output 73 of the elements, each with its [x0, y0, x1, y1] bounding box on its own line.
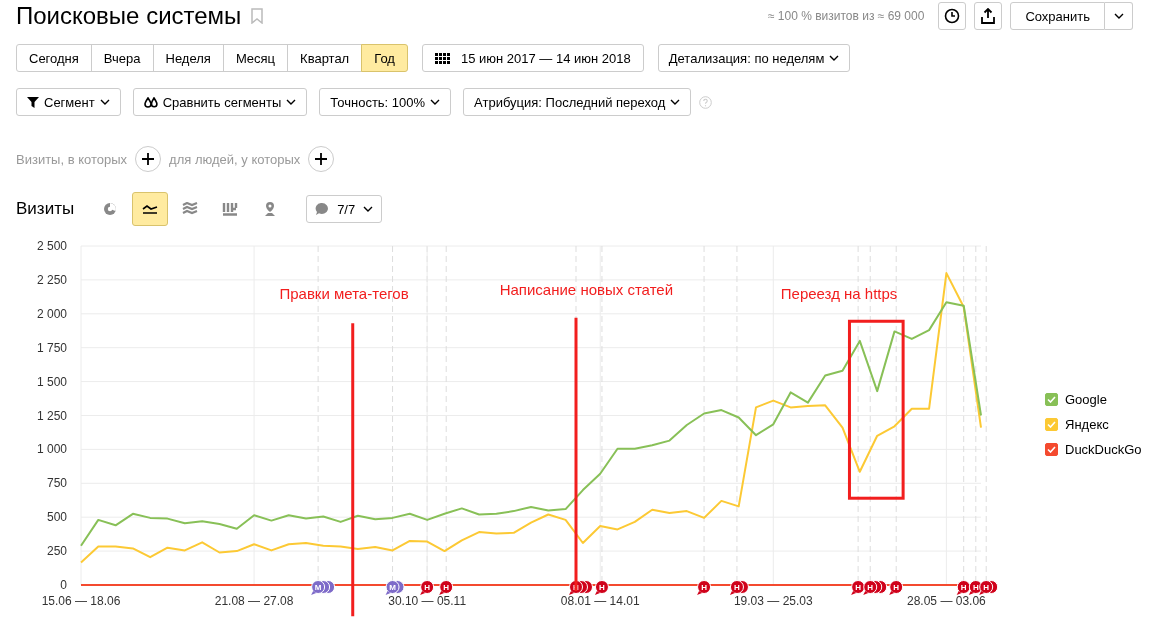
y-axis-label: 1 000 — [36, 442, 67, 457]
period-tab[interactable]: Год — [361, 44, 408, 72]
y-axis-label: 1 500 — [36, 374, 67, 389]
x-axis-label: 30.10 — 05.11 — [388, 594, 467, 608]
plus-icon — [315, 153, 328, 165]
annotation-text: Написание новых статей — [499, 280, 674, 298]
y-axis-label: 2 000 — [36, 306, 67, 321]
period-tab[interactable]: Вчера — [90, 44, 154, 72]
note-marker[interactable]: H — [439, 580, 454, 595]
legend-checkbox[interactable] — [1045, 393, 1058, 406]
note-marker[interactable]: H — [697, 580, 712, 595]
annotation-text: Переезд на https — [780, 284, 898, 302]
page-title: Поисковые системы — [16, 2, 242, 30]
notes-dropdown[interactable]: 7/7 — [306, 195, 383, 223]
x-axis-label: 08.01 — 14.01 — [560, 594, 640, 608]
y-axis-label: 2 500 — [36, 239, 67, 253]
legend-label: Яндекс — [1065, 417, 1109, 432]
filter-icon — [27, 96, 39, 108]
caret-icon — [363, 206, 374, 212]
share-button[interactable] — [974, 2, 1003, 30]
y-axis-label: 2 250 — [36, 272, 67, 287]
legend-checkbox[interactable] — [1045, 418, 1058, 431]
x-axis-label: 15.06 — 18.06 — [41, 594, 121, 608]
y-axis-label: 750 — [46, 476, 67, 491]
calendar-icon — [434, 52, 451, 64]
legend-checkbox[interactable] — [1045, 443, 1058, 456]
caret-icon — [430, 99, 441, 105]
share-icon — [981, 8, 996, 24]
filter-dropdown[interactable]: Точность: 100% — [319, 88, 452, 116]
caret-icon — [670, 99, 681, 105]
x-axis-label: 21.08 — 27.08 — [214, 594, 294, 608]
people-condition-label: для людей, у которых — [169, 151, 301, 167]
period-tab[interactable]: Квартал — [287, 44, 363, 72]
y-axis-label: 250 — [46, 544, 67, 559]
bookmark-icon[interactable] — [251, 8, 264, 24]
history-button[interactable] — [938, 2, 967, 30]
period-tab[interactable]: Неделя — [152, 44, 224, 72]
drops-icon — [143, 96, 158, 108]
segment-dropdown[interactable]: Сегмент — [16, 88, 121, 116]
period-tab[interactable]: Сегодня — [16, 44, 92, 72]
chart-title: Визиты — [16, 199, 75, 219]
annotation-text: Правки мета-тегов — [279, 284, 409, 302]
caret-icon — [829, 55, 840, 61]
x-axis-label: 19.03 — 25.03 — [733, 594, 813, 608]
visits-condition-label: Визиты, в которых — [16, 151, 128, 167]
period-tab[interactable]: Месяц — [222, 44, 289, 72]
legend-label: Google — [1065, 392, 1107, 407]
add-condition-button[interactable] — [308, 146, 335, 172]
save-button[interactable]: Сохранить — [1010, 2, 1105, 30]
clock-icon — [944, 8, 961, 24]
y-axis-label: 1 250 — [36, 408, 67, 423]
note-marker[interactable]: H — [851, 580, 866, 595]
x-axis-label: 28.05 — 03.06 — [907, 594, 986, 608]
note-marker[interactable]: H — [889, 580, 904, 595]
note-marker[interactable]: H — [420, 580, 435, 595]
compare-segments-dropdown[interactable]: Сравнить сегменты — [132, 88, 308, 116]
note-marker[interactable]: H — [594, 580, 609, 595]
detail-dropdown[interactable]: Детализация: по неделям — [657, 44, 851, 72]
y-axis-label: 500 — [46, 510, 67, 525]
caret-icon — [1113, 13, 1124, 19]
sample-note: ≈ 100 % визитов из ≈ 69 000 — [767, 9, 925, 23]
legend-label: DuckDuckGo — [1065, 442, 1142, 457]
filter-dropdown[interactable]: Атрибуция: Последний переход — [463, 88, 692, 116]
y-axis-label: 0 — [60, 578, 67, 592]
speech-bubble-icon — [315, 202, 330, 216]
plus-icon — [142, 153, 155, 165]
add-condition-button[interactable] — [135, 146, 162, 172]
date-range-button[interactable]: 15 июн 2017 — 14 июн 2018 — [421, 44, 644, 72]
save-options-button[interactable] — [1105, 2, 1133, 30]
caret-icon — [99, 99, 110, 105]
y-axis-label: 1 750 — [36, 340, 67, 355]
caret-icon — [286, 99, 297, 105]
line-chart-view-icon[interactable] — [132, 192, 169, 226]
